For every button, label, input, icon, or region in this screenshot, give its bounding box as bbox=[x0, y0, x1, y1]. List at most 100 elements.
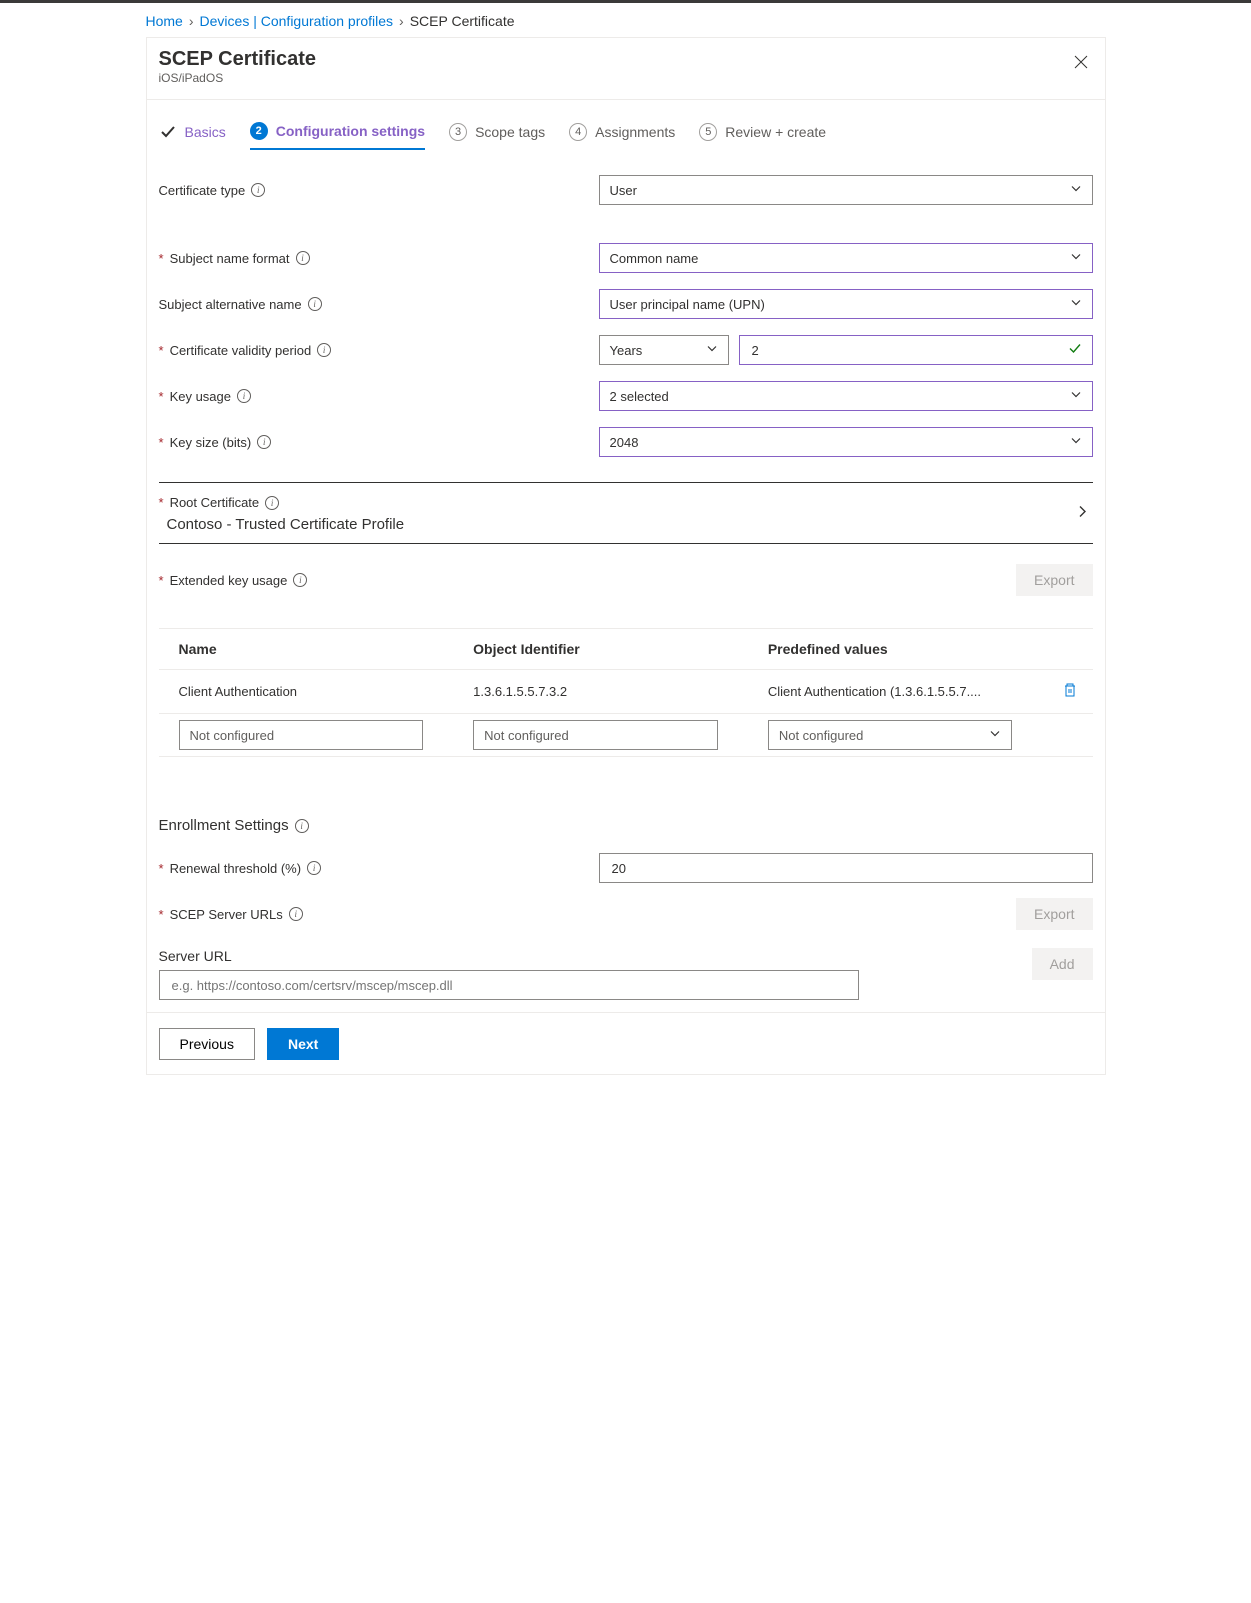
key-usage-select[interactable]: 2 selected bbox=[599, 381, 1093, 411]
info-icon[interactable]: i bbox=[265, 496, 279, 510]
main-panel: SCEP Certificate iOS/iPadOS Basics 2 Con… bbox=[146, 37, 1106, 1075]
tab-basics[interactable]: Basics bbox=[159, 123, 226, 149]
chevron-right-icon: › bbox=[399, 13, 404, 29]
eku-row-name: Client Authentication bbox=[159, 684, 454, 699]
tab-configuration-settings[interactable]: 2 Configuration settings bbox=[250, 122, 425, 150]
chevron-down-icon bbox=[1070, 435, 1082, 450]
select-value: User principal name (UPN) bbox=[610, 297, 765, 312]
select-value: Years bbox=[610, 343, 643, 358]
select-value: 2048 bbox=[610, 435, 639, 450]
info-icon[interactable]: i bbox=[296, 251, 310, 265]
required-marker: * bbox=[159, 251, 164, 266]
renewal-threshold-field[interactable] bbox=[610, 860, 1064, 877]
breadcrumb: Home › Devices | Configuration profiles … bbox=[146, 3, 1106, 37]
info-icon[interactable]: i bbox=[237, 389, 251, 403]
subject-name-format-label: Subject name format bbox=[170, 251, 290, 266]
tab-label: Basics bbox=[185, 124, 226, 140]
required-marker: * bbox=[159, 573, 164, 588]
wizard-footer: Previous Next bbox=[147, 1012, 1105, 1074]
key-usage-label: Key usage bbox=[170, 389, 231, 404]
chevron-right-icon: › bbox=[189, 13, 194, 29]
eku-name-input[interactable]: Not configured bbox=[179, 720, 423, 750]
chevron-down-icon bbox=[1070, 183, 1082, 198]
add-url-button[interactable]: Add bbox=[1032, 948, 1093, 980]
renewal-threshold-input[interactable] bbox=[599, 853, 1093, 883]
server-url-field[interactable] bbox=[170, 977, 830, 994]
info-icon[interactable]: i bbox=[295, 819, 309, 833]
export-urls-button[interactable]: Export bbox=[1016, 898, 1092, 930]
close-icon bbox=[1073, 54, 1089, 70]
info-icon[interactable]: i bbox=[293, 573, 307, 587]
page-subtitle: iOS/iPadOS bbox=[159, 71, 1085, 85]
info-icon[interactable]: i bbox=[308, 297, 322, 311]
tab-review-create[interactable]: 5 Review + create bbox=[699, 123, 826, 149]
validity-period-label: Certificate validity period bbox=[170, 343, 312, 358]
required-marker: * bbox=[159, 861, 164, 876]
required-marker: * bbox=[159, 435, 164, 450]
info-icon[interactable]: i bbox=[317, 343, 331, 357]
info-icon[interactable]: i bbox=[257, 435, 271, 449]
tab-assignments[interactable]: 4 Assignments bbox=[569, 123, 675, 149]
server-url-input[interactable] bbox=[159, 970, 859, 1000]
eku-oid-input[interactable]: Not configured bbox=[473, 720, 717, 750]
tab-scope-tags[interactable]: 3 Scope tags bbox=[449, 123, 545, 149]
chevron-down-icon bbox=[706, 343, 718, 358]
eku-predef-select[interactable]: Not configured bbox=[768, 720, 1012, 750]
step-number: 3 bbox=[449, 123, 467, 141]
eku-row: Client Authentication 1.3.6.1.5.5.7.3.2 … bbox=[159, 670, 1093, 714]
certificate-type-label: Certificate type bbox=[159, 183, 246, 198]
required-marker: * bbox=[159, 389, 164, 404]
wizard-tabs: Basics 2 Configuration settings 3 Scope … bbox=[147, 100, 1105, 150]
delete-icon[interactable] bbox=[1062, 686, 1078, 701]
chevron-down-icon bbox=[989, 728, 1001, 743]
step-number: 2 bbox=[250, 122, 268, 140]
placeholder-text: Not configured bbox=[484, 728, 569, 743]
validity-value-input[interactable] bbox=[739, 335, 1093, 365]
root-cert-label: Root Certificate bbox=[170, 495, 260, 510]
certificate-type-select[interactable]: User bbox=[599, 175, 1093, 205]
step-number: 4 bbox=[569, 123, 587, 141]
chevron-down-icon bbox=[1070, 389, 1082, 404]
close-button[interactable] bbox=[1071, 52, 1091, 72]
server-url-label: Server URL bbox=[159, 948, 1093, 964]
eku-label: Extended key usage bbox=[170, 573, 288, 588]
tab-label: Review + create bbox=[725, 124, 826, 140]
root-cert-value: Contoso - Trusted Certificate Profile bbox=[159, 516, 1093, 533]
step-number: 5 bbox=[699, 123, 717, 141]
next-button[interactable]: Next bbox=[267, 1028, 339, 1060]
select-value: User bbox=[610, 183, 637, 198]
key-size-select[interactable]: 2048 bbox=[599, 427, 1093, 457]
validity-value-field[interactable] bbox=[750, 342, 1064, 359]
eku-col-name: Name bbox=[159, 641, 454, 657]
eku-col-predef: Predefined values bbox=[748, 641, 1043, 657]
san-label: Subject alternative name bbox=[159, 297, 302, 312]
placeholder-text: Not configured bbox=[779, 728, 864, 743]
root-certificate-picker[interactable]: * Root Certificate i Contoso - Trusted C… bbox=[159, 483, 1093, 544]
previous-button[interactable]: Previous bbox=[159, 1028, 255, 1060]
check-icon bbox=[160, 124, 176, 140]
chevron-right-icon bbox=[1075, 505, 1089, 522]
info-icon[interactable]: i bbox=[289, 907, 303, 921]
required-marker: * bbox=[159, 907, 164, 922]
eku-row-oid: 1.3.6.1.5.5.7.3.2 bbox=[453, 684, 748, 699]
select-value: 2 selected bbox=[610, 389, 669, 404]
tab-label: Configuration settings bbox=[276, 123, 425, 139]
scep-urls-label: SCEP Server URLs bbox=[170, 907, 283, 922]
select-value: Common name bbox=[610, 251, 699, 266]
export-eku-button[interactable]: Export bbox=[1016, 564, 1092, 596]
enrollment-settings-label: Enrollment Settings bbox=[159, 817, 289, 834]
breadcrumb-home[interactable]: Home bbox=[146, 13, 183, 29]
tab-label: Assignments bbox=[595, 124, 675, 140]
info-icon[interactable]: i bbox=[251, 183, 265, 197]
eku-col-oid: Object Identifier bbox=[453, 641, 748, 657]
subject-name-format-select[interactable]: Common name bbox=[599, 243, 1093, 273]
tab-label: Scope tags bbox=[475, 124, 545, 140]
required-marker: * bbox=[159, 495, 164, 510]
san-select[interactable]: User principal name (UPN) bbox=[599, 289, 1093, 319]
check-icon bbox=[1068, 342, 1082, 359]
breadcrumb-current: SCEP Certificate bbox=[410, 13, 515, 29]
chevron-down-icon bbox=[1070, 297, 1082, 312]
validity-unit-select[interactable]: Years bbox=[599, 335, 729, 365]
info-icon[interactable]: i bbox=[307, 861, 321, 875]
breadcrumb-devices[interactable]: Devices | Configuration profiles bbox=[200, 13, 394, 29]
